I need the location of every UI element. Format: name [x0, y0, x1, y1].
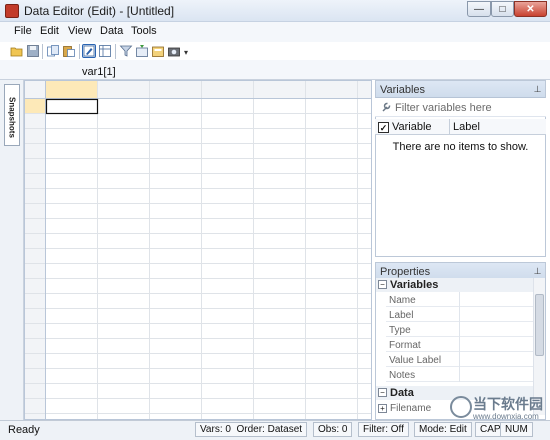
- variables-empty-message: There are no items to show.: [392, 141, 529, 153]
- prop-name: Name: [389, 295, 416, 306]
- maximize-button[interactable]: □: [491, 1, 514, 17]
- snapshots-icon: [168, 47, 180, 57]
- snapshots-tab-label-wrap: Snapshots: [4, 88, 20, 146]
- toolbar-overflow-icon[interactable]: ▾: [184, 48, 190, 58]
- open-button[interactable]: [10, 44, 24, 58]
- snapshots-tab-label: Snapshots: [7, 96, 17, 138]
- pin-icon[interactable]: ⊥: [533, 267, 542, 276]
- column-label[interactable]: Label: [453, 121, 480, 133]
- save-icon: [27, 45, 39, 57]
- pin-icon[interactable]: ⊥: [533, 85, 542, 94]
- column-divider: [449, 119, 450, 135]
- toolbar-separator: [115, 44, 116, 59]
- filter-icon: [119, 45, 133, 57]
- minimize-icon: —: [474, 3, 484, 15]
- status-vars-text: Vars: 0: [200, 424, 231, 435]
- minimize-button[interactable]: —: [467, 1, 491, 17]
- data-grid[interactable]: [24, 80, 372, 420]
- collapse-icon[interactable]: −: [378, 280, 387, 289]
- stata-app-icon: [5, 4, 19, 18]
- status-order-text: Order: Dataset: [236, 424, 303, 435]
- status-ready: Ready: [8, 424, 40, 436]
- variables-window-button[interactable]: [135, 44, 149, 58]
- variable-filter-input[interactable]: [393, 100, 541, 115]
- edit-mode-icon: [83, 45, 95, 57]
- properties-window-button[interactable]: [151, 44, 165, 58]
- menu-view[interactable]: View: [68, 25, 92, 37]
- copy-button[interactable]: [46, 44, 60, 58]
- variables-window-icon: [136, 45, 148, 57]
- window-title: Data Editor (Edit) - [Untitled]: [24, 4, 175, 18]
- status-vars: Vars: 0 Order: Dataset: [195, 422, 308, 437]
- prop-type: Type: [389, 325, 411, 336]
- data-grid-lines: [25, 81, 371, 419]
- prop-group-data-label: Data: [390, 387, 414, 399]
- menu-edit[interactable]: Edit: [40, 25, 59, 37]
- close-icon: ✕: [526, 3, 535, 15]
- snapshots-button[interactable]: [167, 44, 181, 58]
- current-cell-name: var1[1]: [82, 66, 116, 78]
- watermark-logo-icon: [450, 396, 472, 418]
- menu-file[interactable]: File: [14, 25, 32, 37]
- prop-column-divider: [459, 292, 460, 382]
- maximize-icon: □: [499, 3, 506, 15]
- paste-button[interactable]: [62, 44, 76, 58]
- prop-group-variables-label: Variables: [390, 279, 439, 291]
- active-cell: [45, 98, 99, 115]
- toolbar-separator: [79, 44, 80, 59]
- properties-pane-title: Properties: [380, 266, 431, 278]
- menu-tools[interactable]: Tools: [131, 25, 157, 37]
- paste-icon: [63, 46, 75, 57]
- toolbar-separator: [42, 44, 43, 59]
- close-button[interactable]: ✕: [514, 1, 547, 17]
- watermark-text: 当下软件园: [473, 396, 543, 412]
- selected-row-header: [25, 99, 45, 114]
- edit-mode-button[interactable]: [82, 44, 96, 58]
- browse-mode-button[interactable]: [98, 44, 112, 58]
- expand-icon[interactable]: +: [378, 404, 387, 413]
- properties-scrollbar-thumb[interactable]: [535, 294, 544, 356]
- copy-icon: [47, 45, 59, 57]
- collapse-icon[interactable]: −: [378, 388, 387, 397]
- variables-pane-title: Variables: [380, 84, 426, 96]
- prop-label: Label: [389, 310, 414, 321]
- column-variable[interactable]: Variable: [392, 121, 432, 133]
- browse-mode-icon: [99, 45, 111, 57]
- save-button[interactable]: [26, 44, 40, 58]
- wrench-icon: [382, 102, 391, 112]
- select-all-checkbox[interactable]: ✓: [378, 122, 389, 133]
- status-filter: Filter: Off: [358, 422, 409, 437]
- filter-button[interactable]: [119, 44, 133, 58]
- properties-window-icon: [152, 46, 164, 57]
- status-obs: Obs: 0: [313, 422, 353, 437]
- prop-format: Format: [389, 340, 421, 351]
- selected-column-header: [46, 81, 97, 98]
- watermark-url: www.downxia.com: [473, 412, 539, 421]
- menu-data[interactable]: Data: [100, 25, 123, 37]
- prop-filename: Filename: [390, 403, 432, 414]
- open-icon: [10, 47, 23, 57]
- prop-value-label: Value Label: [389, 355, 442, 366]
- prop-notes: Notes: [389, 370, 416, 381]
